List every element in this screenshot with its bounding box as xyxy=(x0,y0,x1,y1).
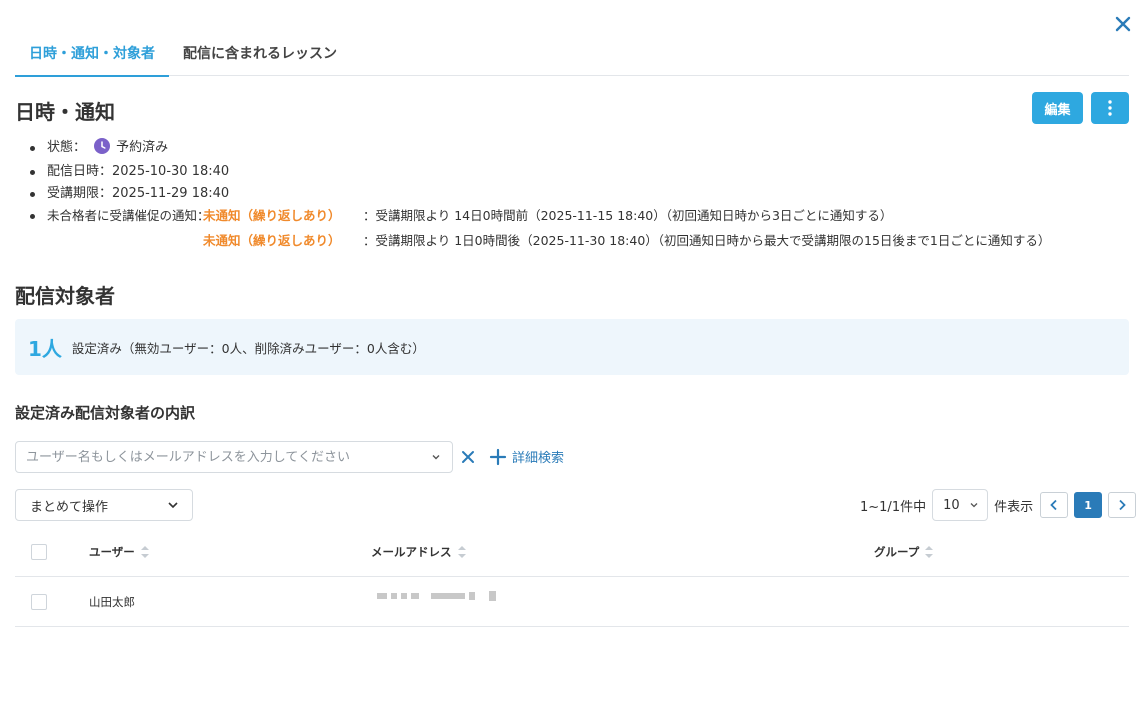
target-summary-text: 設定済み（無効ユーザー：0人、削除済みユーザー：0人含む） xyxy=(71,340,425,356)
status-label: 状態： xyxy=(47,140,87,155)
deadline-label: 受講期限： xyxy=(47,186,113,201)
reminder-row-2: 未通知（繰り返しあり） ：受講期限より 1日0時間後（2025-11-30 18… xyxy=(30,227,1050,253)
redaction-block xyxy=(469,592,475,600)
bulk-action-label: まとめて操作 xyxy=(30,499,109,515)
advanced-search-button[interactable]: 詳細検索 xyxy=(489,447,564,466)
per-page-value: 10 xyxy=(943,497,960,513)
chevron-left-icon xyxy=(1050,499,1057,511)
status-value: 予約済み xyxy=(116,140,169,155)
reminder-label: 未合格者に受講催促の通知： xyxy=(47,208,210,223)
redaction-block xyxy=(391,593,397,599)
delivery-label: 配信日時： xyxy=(47,164,113,179)
redaction-block xyxy=(431,593,465,599)
page-1-button[interactable]: 1 xyxy=(1074,492,1103,518)
deadline-row: 受講期限：2025-11-29 18:40 xyxy=(30,183,229,205)
sort-icon[interactable] xyxy=(457,545,466,558)
next-page-button[interactable] xyxy=(1108,492,1137,518)
redaction-block xyxy=(377,593,387,599)
column-group[interactable]: グループ xyxy=(874,544,934,560)
user-search-field[interactable] xyxy=(15,441,453,473)
delivery-value: 2025-10-30 18:40 xyxy=(112,164,230,179)
reminder-row-1: 未合格者に受講催促の通知： 未通知（繰り返しあり） ：受講期限より 14日0時間… xyxy=(30,205,892,227)
row-user-name: 山田太郎 xyxy=(89,594,135,609)
clear-search-icon[interactable] xyxy=(459,448,477,466)
result-count: 1~1/1件中 xyxy=(860,499,927,515)
search-input[interactable] xyxy=(26,449,430,465)
row-email-redacted xyxy=(377,591,500,601)
column-group-label: グループ xyxy=(874,544,920,559)
per-page-suffix: 件表示 xyxy=(994,499,1034,515)
column-email[interactable]: メールアドレス xyxy=(371,544,466,560)
sort-icon[interactable] xyxy=(925,545,934,558)
advanced-search-label: 詳細検索 xyxy=(512,451,565,466)
chevron-down-icon[interactable] xyxy=(430,451,442,463)
schedule-actions: 編集 xyxy=(1032,92,1129,124)
column-user-label: ユーザー xyxy=(89,544,135,559)
tab-lessons[interactable]: 配信に含まれるレッスン xyxy=(169,36,351,76)
breakdown-title: 設定済み配信対象者の内訳 xyxy=(15,404,196,422)
more-options-button[interactable] xyxy=(1091,92,1129,124)
kebab-menu-icon xyxy=(1108,100,1112,116)
table-header: ユーザー メールアドレス グループ xyxy=(15,527,1129,577)
table-row: 山田太郎 xyxy=(15,577,1129,627)
column-email-label: メールアドレス xyxy=(371,544,452,559)
column-user[interactable]: ユーザー xyxy=(89,544,149,560)
schedule-title: 日時・通知 xyxy=(15,100,115,124)
clock-icon xyxy=(94,138,111,154)
chevron-down-icon xyxy=(970,503,978,508)
target-count: 1人 xyxy=(28,336,62,361)
sort-icon[interactable] xyxy=(140,545,149,558)
delivery-row: 配信日時：2025-10-30 18:40 xyxy=(30,161,229,183)
deadline-value: 2025-11-29 18:40 xyxy=(112,186,230,201)
plus-icon xyxy=(489,448,507,465)
select-all-checkbox[interactable] xyxy=(31,543,47,560)
targets-summary: 1人 設定済み（無効ユーザー：0人、削除済みユーザー：0人含む） xyxy=(15,319,1129,375)
per-page-select[interactable]: 10 xyxy=(932,489,989,521)
redaction-block xyxy=(489,591,496,601)
chevron-down-icon xyxy=(168,502,178,509)
bulk-action-select[interactable]: まとめて操作 xyxy=(15,489,193,521)
reminder-status-2: 未通知（繰り返しあり） xyxy=(203,233,341,248)
redaction-block xyxy=(411,593,419,599)
schedule-info: 状態： 予約済み 配信日時：2025-10-30 18:40 受講期限：2025… xyxy=(30,137,1050,253)
status-row: 状態： 予約済み xyxy=(30,137,229,161)
close-icon[interactable] xyxy=(1111,12,1135,36)
prev-page-button[interactable] xyxy=(1040,492,1069,518)
targets-table: ユーザー メールアドレス グループ 山田太郎 xyxy=(15,527,1129,627)
chevron-right-icon xyxy=(1119,499,1126,511)
reminder-text-2: ：受講期限より 1日0時間後（2025-11-30 18:40）（初回通知日時か… xyxy=(363,233,1051,248)
tab-schedule-targets[interactable]: 日時・通知・対象者 xyxy=(15,36,169,77)
pagination: 1~1/1件中 10 件表示 1 xyxy=(860,489,1137,521)
row-checkbox[interactable] xyxy=(31,593,47,610)
reminder-status-1: 未通知（繰り返しあり） xyxy=(203,208,341,223)
tab-bar: 日時・通知・対象者 配信に含まれるレッスン xyxy=(15,36,1129,77)
redaction-block xyxy=(401,593,407,599)
targets-title: 配信対象者 xyxy=(15,284,115,308)
reminder-text-1: ：受講期限より 14日0時間前（2025-11-15 18:40）（初回通知日時… xyxy=(363,208,893,223)
edit-button[interactable]: 編集 xyxy=(1032,92,1083,124)
